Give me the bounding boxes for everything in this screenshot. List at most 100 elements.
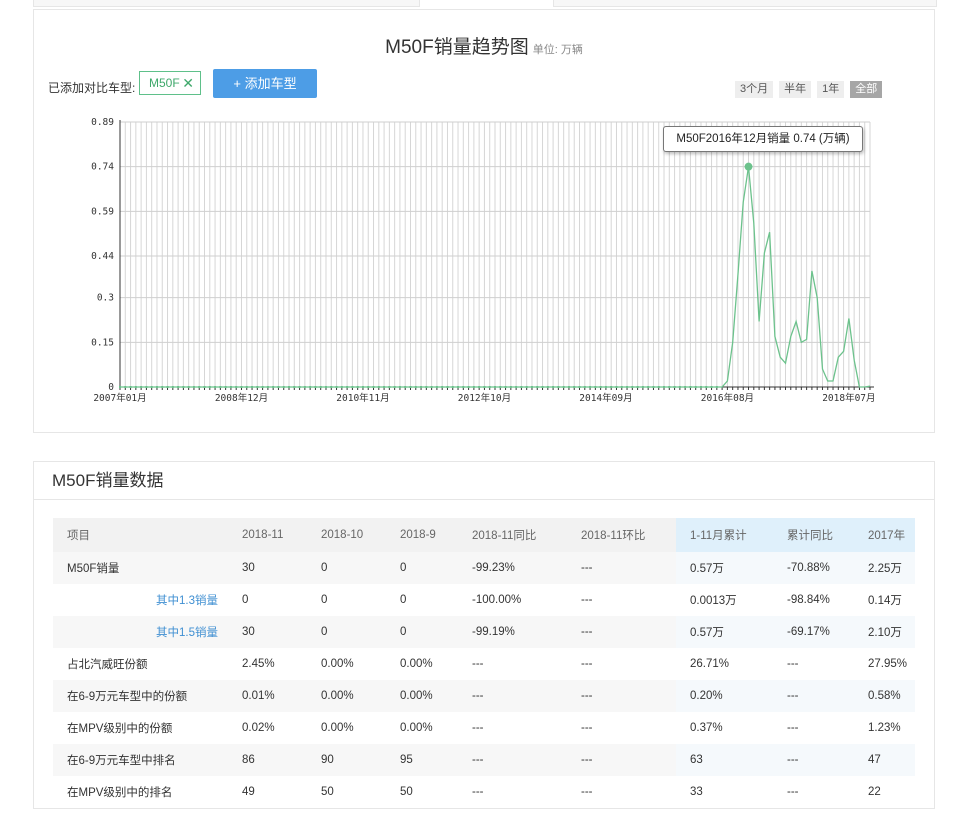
remove-model-icon[interactable]: ✕ bbox=[182, 72, 194, 94]
data-point bbox=[245, 386, 248, 388]
table-cell: 95 bbox=[386, 744, 458, 776]
data-point bbox=[684, 386, 687, 388]
chart-title-text: M50F销量趋势图 bbox=[385, 37, 529, 58]
top-tab-right[interactable] bbox=[553, 0, 937, 7]
table-cell: 30 bbox=[228, 616, 307, 648]
data-point bbox=[272, 386, 275, 388]
table-cell: 0 bbox=[386, 584, 458, 616]
data-point bbox=[626, 386, 629, 388]
table-cell: -100.00% bbox=[458, 584, 567, 616]
header-2018-11: 2018-11 bbox=[228, 518, 307, 552]
table-cell: 0.01% bbox=[228, 680, 307, 712]
data-point bbox=[488, 386, 491, 388]
table-cell: --- bbox=[458, 744, 567, 776]
table-cell: 2.45% bbox=[228, 648, 307, 680]
data-point bbox=[314, 386, 317, 388]
table-header-row: 项目 2018-11 2018-10 2018-9 2018-11同比 2018… bbox=[53, 518, 915, 552]
x-tick-label: 2018年07月 bbox=[822, 392, 875, 404]
data-point bbox=[383, 386, 386, 388]
table-cell: 0.58% bbox=[854, 680, 915, 712]
data-point bbox=[356, 386, 359, 388]
table-cell: --- bbox=[773, 648, 854, 680]
data-point bbox=[351, 386, 354, 388]
add-model-button[interactable]: + 添加车型 bbox=[213, 69, 317, 98]
data-point bbox=[324, 386, 327, 388]
table-cell: -99.19% bbox=[458, 616, 567, 648]
data-point bbox=[282, 386, 285, 388]
data-point bbox=[192, 386, 195, 388]
table-cell: 0.00% bbox=[386, 712, 458, 744]
data-point bbox=[567, 386, 570, 388]
table-cell: --- bbox=[773, 744, 854, 776]
header-ytd-yoy: 累计同比 bbox=[773, 518, 854, 552]
table-cell: 0.57万 bbox=[676, 552, 773, 584]
table-cell: 0.00% bbox=[386, 680, 458, 712]
data-point bbox=[129, 386, 132, 388]
table-cell: 22 bbox=[854, 776, 915, 808]
data-point bbox=[652, 386, 655, 388]
data-point bbox=[509, 386, 512, 388]
data-point bbox=[673, 386, 676, 388]
table-cell: 0.00% bbox=[307, 648, 386, 680]
data-point bbox=[589, 386, 592, 388]
sales-data-panel: M50F销量数据 项目 2018-11 2018-10 2018-9 2018-… bbox=[33, 461, 935, 809]
data-point bbox=[562, 386, 565, 388]
sub-model-link[interactable]: 其中1.3销量 bbox=[53, 584, 228, 616]
data-point bbox=[483, 386, 486, 388]
table-cell: 0.14万 bbox=[854, 584, 915, 616]
data-point bbox=[467, 386, 470, 388]
table-cell: --- bbox=[458, 648, 567, 680]
range-all-button[interactable]: 全部 bbox=[850, 81, 883, 98]
data-point bbox=[214, 386, 217, 388]
data-point bbox=[583, 386, 586, 388]
data-point bbox=[636, 386, 639, 388]
y-tick-label: 0.44 bbox=[91, 251, 114, 262]
data-point bbox=[288, 386, 291, 388]
data-point bbox=[256, 386, 259, 388]
y-tick-label: 0.89 bbox=[91, 117, 114, 128]
data-point bbox=[303, 386, 306, 388]
table-cell: --- bbox=[458, 776, 567, 808]
chart-unit: 单位: 万辆 bbox=[532, 44, 583, 56]
data-point bbox=[689, 386, 692, 388]
range-half-year-button[interactable]: 半年 bbox=[779, 81, 812, 98]
table-cell: 0 bbox=[307, 584, 386, 616]
data-point bbox=[557, 386, 560, 388]
range-1-year-button[interactable]: 1年 bbox=[817, 81, 845, 98]
table-cell: 0.0013万 bbox=[676, 584, 773, 616]
table-cell: --- bbox=[567, 584, 676, 616]
data-point bbox=[615, 386, 618, 388]
compare-label: 已添加对比车型: bbox=[48, 81, 136, 95]
table-cell: 2.10万 bbox=[854, 616, 915, 648]
x-tick-label: 2010年11月 bbox=[336, 392, 389, 404]
table-cell: --- bbox=[773, 776, 854, 808]
data-point bbox=[546, 386, 549, 388]
data-point bbox=[668, 386, 671, 388]
row-label: 在MPV级别中的排名 bbox=[53, 776, 228, 808]
x-tick-label: 2014年09月 bbox=[579, 392, 632, 404]
row-label: 在6-9万元车型中的份额 bbox=[53, 680, 228, 712]
table-cell: --- bbox=[773, 712, 854, 744]
data-point bbox=[631, 386, 634, 388]
data-point bbox=[393, 386, 396, 388]
data-point bbox=[478, 386, 481, 388]
row-label: M50F销量 bbox=[53, 552, 228, 584]
table-cell: --- bbox=[567, 552, 676, 584]
data-point bbox=[161, 386, 164, 388]
x-tick-label: 2012年10月 bbox=[458, 392, 511, 404]
table-cell: 47 bbox=[854, 744, 915, 776]
data-point bbox=[620, 386, 623, 388]
range-3-months-button[interactable]: 3个月 bbox=[735, 81, 774, 98]
sub-model-link[interactable]: 其中1.5销量 bbox=[53, 616, 228, 648]
top-tab-left[interactable] bbox=[33, 0, 420, 7]
table-row: 在MPV级别中的排名 49 50 50 --- --- 33 --- 22 bbox=[53, 776, 915, 808]
data-point bbox=[457, 386, 460, 388]
data-point bbox=[145, 386, 148, 388]
table-cell: 2.25万 bbox=[854, 552, 915, 584]
table-cell: 63 bbox=[676, 744, 773, 776]
data-point bbox=[224, 386, 227, 388]
row-label: 在6-9万元车型中排名 bbox=[53, 744, 228, 776]
table-cell: --- bbox=[567, 616, 676, 648]
table-cell: 50 bbox=[386, 776, 458, 808]
table-cell: -98.84% bbox=[773, 584, 854, 616]
